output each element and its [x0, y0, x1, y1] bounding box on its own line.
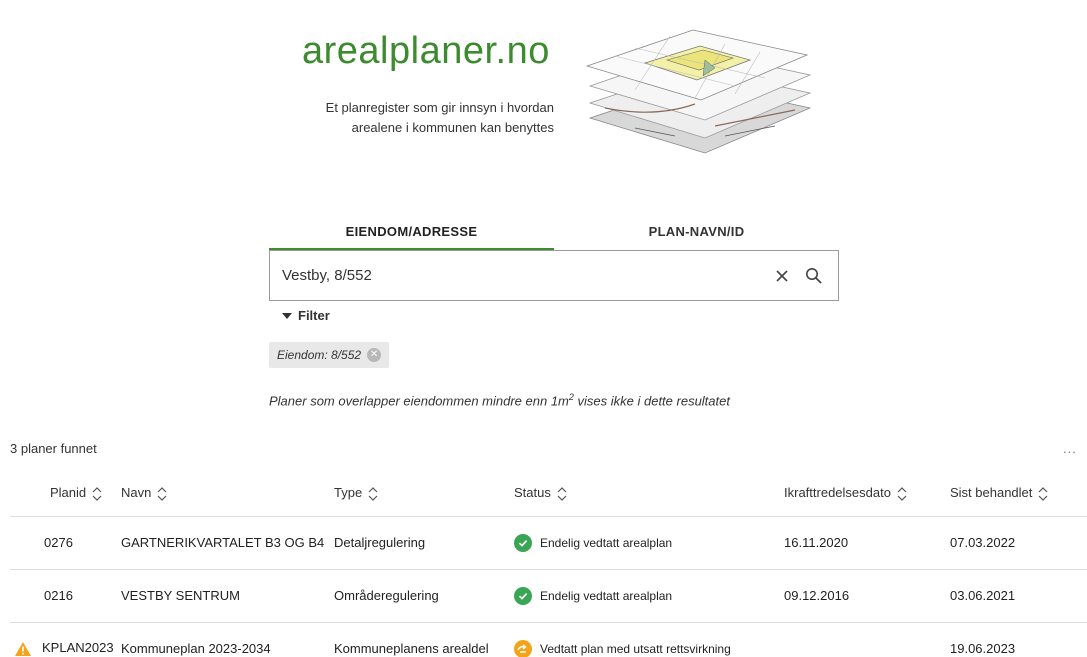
- close-icon[interactable]: [766, 260, 798, 292]
- caret-down-icon: [282, 312, 292, 319]
- check-circle-icon: [514, 586, 532, 605]
- column-header-planid[interactable]: Planid: [10, 471, 121, 517]
- sort-icon: [92, 487, 102, 501]
- cell-sist-behandlet: 19.06.2023: [950, 622, 1087, 657]
- results-table: Planid Navn Type Status Ikrafttredelsesd…: [10, 471, 1087, 657]
- tab-plan-navn-id[interactable]: PLAN-NAVN/ID: [554, 216, 839, 250]
- sort-icon: [897, 487, 907, 501]
- column-header-label: Sist behandlet: [950, 485, 1033, 501]
- search-box: [269, 250, 839, 301]
- column-header-sist-behandlet[interactable]: Sist behandlet: [950, 471, 1087, 517]
- warning-icon: [15, 641, 31, 656]
- search-mode-tabs: EIENDOM/ADRESSE PLAN-NAVN/ID: [269, 216, 839, 250]
- remove-filter-icon[interactable]: ✕: [367, 348, 382, 362]
- cell-sist-behandlet: 03.06.2021: [950, 569, 1087, 623]
- column-header-label: Planid: [50, 485, 87, 501]
- cell-status: Vedtatt plan med utsatt rettsvirkning: [514, 622, 784, 657]
- result-count: 3 planer funnet: [10, 441, 97, 456]
- planid-text: KPLAN2023: [42, 640, 114, 656]
- search-icon[interactable]: [798, 260, 830, 292]
- filter-toggle[interactable]: Filter: [282, 308, 330, 323]
- hero-section: arealplaner.no Et planregister som gir i…: [0, 0, 1087, 170]
- overlap-note: Planer som overlapper eiendommen mindre …: [269, 392, 730, 408]
- cell-navn: Kommuneplan 2023-2034: [121, 622, 334, 657]
- column-header-label: Type: [334, 485, 363, 501]
- note-text-before: Planer som overlapper eiendommen mindre …: [269, 393, 569, 409]
- column-header-navn[interactable]: Navn: [121, 471, 334, 517]
- cell-sist-behandlet: 07.03.2022: [950, 516, 1087, 570]
- column-header-type[interactable]: Type: [334, 471, 514, 517]
- cell-ikrafttredelsesdato: [784, 622, 950, 657]
- filter-chip: Eiendom: 8/552 ✕: [269, 342, 390, 368]
- column-header-ikrafttredelsesdato[interactable]: Ikrafttredelsesdato: [784, 471, 950, 517]
- cell-planid: KPLAN2023: [10, 622, 121, 657]
- table-row[interactable]: KPLAN2023 Kommuneplan 2023-2034 Kommunep…: [10, 622, 1087, 657]
- table-row[interactable]: 0276 GARTNERIKVARTALET B3 OG B4 Detaljre…: [10, 516, 1087, 570]
- cell-navn: GARTNERIKVARTALET B3 OG B4: [121, 516, 334, 570]
- cell-type: Områderegulering: [334, 569, 514, 623]
- column-header-label: Navn: [121, 485, 152, 501]
- cell-ikrafttredelsesdato: 16.11.2020: [784, 516, 950, 570]
- sort-icon: [557, 487, 567, 501]
- tab-eiendom-adresse[interactable]: EIENDOM/ADRESSE: [269, 216, 554, 250]
- filter-label: Filter: [298, 308, 330, 323]
- search-input[interactable]: [270, 267, 766, 284]
- cell-status: Endelig vedtatt arealplan: [514, 569, 784, 623]
- sort-icon: [368, 487, 378, 501]
- note-text-after: vises ikke i dette resultatet: [573, 393, 730, 409]
- cell-planid: 0276: [10, 516, 121, 570]
- more-options-button[interactable]: ...: [1063, 441, 1077, 456]
- column-header-label: Status: [514, 485, 551, 501]
- check-circle-icon: [514, 533, 532, 552]
- filter-chip-label: Eiendom: 8/552: [277, 348, 362, 362]
- cell-ikrafttredelsesdato: 09.12.2016: [784, 569, 950, 623]
- sort-icon: [157, 487, 167, 501]
- status-label: Vedtatt plan med utsatt rettsvirkning: [540, 641, 731, 656]
- cell-status: Endelig vedtatt arealplan: [514, 516, 784, 570]
- cell-planid: 0216: [10, 569, 121, 623]
- cell-type: Kommuneplanens arealdel: [334, 622, 514, 657]
- status-label: Endelig vedtatt arealplan: [540, 535, 673, 550]
- plan-map-illustration: [585, 29, 812, 154]
- cell-navn: VESTBY SENTRUM: [121, 569, 334, 623]
- table-header-row: Planid Navn Type Status Ikrafttredelsesd…: [10, 471, 1087, 517]
- column-header-label: Ikrafttredelsesdato: [784, 485, 891, 501]
- site-title[interactable]: arealplaner.no: [302, 30, 550, 73]
- cell-type: Detaljregulering: [334, 516, 514, 570]
- column-header-status[interactable]: Status: [514, 471, 784, 517]
- deferred-status-icon: [514, 639, 532, 657]
- site-tagline: Et planregister som gir innsyn i hvordan…: [325, 100, 554, 135]
- sort-icon: [1038, 487, 1048, 501]
- table-row[interactable]: 0216 VESTBY SENTRUM Områderegulering End…: [10, 569, 1087, 623]
- status-label: Endelig vedtatt arealplan: [540, 588, 673, 603]
